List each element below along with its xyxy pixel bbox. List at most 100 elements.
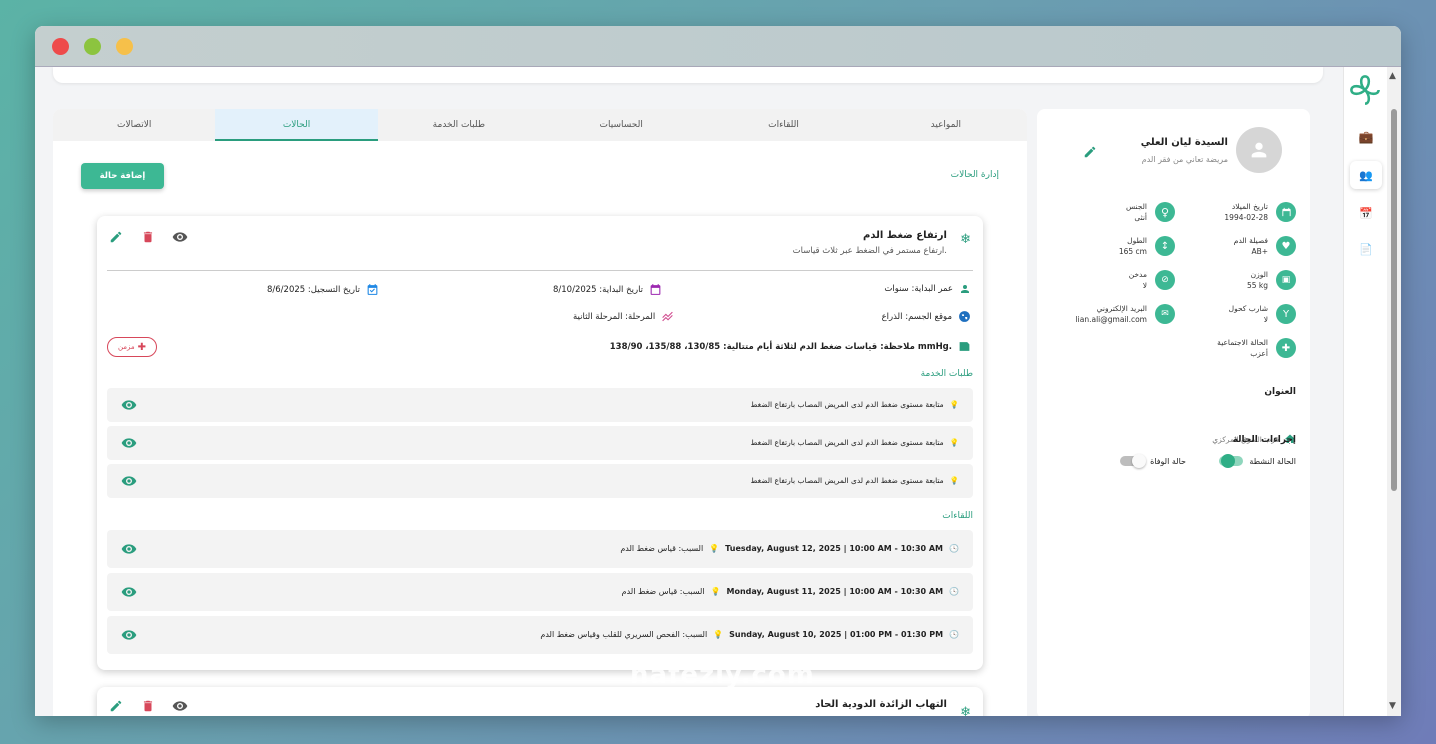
view-icon[interactable] [171,697,189,715]
encounter-row[interactable]: 🕓 Monday, August 11, 2025 | 10:00 AM - 10… [107,573,973,611]
service-request-row[interactable]: 💡 متابعة مستوى ضغط الدم لدى المريض المصاب… [107,426,973,460]
nav-calendar[interactable]: 📅 [1350,199,1382,227]
active-switch[interactable] [1219,454,1244,468]
field-birthdate: تاريخ الميلاد 1994-02-28 [1224,202,1296,222]
bulb-icon: 💡 [949,400,959,409]
service-request-text: متابعة مستوى ضغط الدم لدى المريض المصاب … [750,438,944,447]
patient-name: السيدة ليان العلي [1140,137,1228,148]
tab-bar: المواعيد اللقاءات الحساسيات طلبات الخدمة… [53,109,1027,141]
condition-card: ❄ ارتفاع ضغط الدم ارتفاع مستمر في الضغط … [97,216,983,670]
death-switch[interactable] [1120,454,1147,468]
smoking-icon: ⊘ [1155,270,1175,290]
edit-icon[interactable] [107,228,125,246]
nav-documents[interactable]: 📄 [1350,235,1382,263]
card-divider [107,270,973,271]
tab-conditions[interactable]: الحالات [215,109,379,141]
view-icon[interactable] [121,584,137,604]
edit-icon[interactable] [1083,144,1097,163]
tab-encounters[interactable]: اللقاءات [702,109,864,141]
recorded-date: تاريخ التسجيل: 8/6/2025 [267,283,379,296]
view-icon[interactable] [121,435,137,455]
tab-appointments[interactable]: المواعيد [865,109,1027,141]
field-gender: ♀ الجنس أنثى [1126,202,1175,222]
note-text: ملاحظة: قياسات ضغط الدم لثلاثة أيام متتا… [609,341,952,352]
nav-patients[interactable]: 👥 [1350,161,1382,189]
medical-icon: ✚ [1276,338,1296,358]
field-value: لا [1142,281,1147,290]
scrollbar[interactable]: ▲ ▼ [1387,67,1401,716]
clock-icon: 🕓 [949,544,959,553]
add-condition-button[interactable]: إضافة حالة [81,163,164,189]
close-window-button[interactable] [52,38,69,55]
field-value: AB+ [1251,247,1268,256]
view-icon[interactable] [121,473,137,493]
view-icon[interactable] [121,541,137,561]
scroll-down-arrow[interactable]: ▼ [1389,701,1396,711]
service-request-text: متابعة مستوى ضغط الدم لدى المريض المصاب … [750,400,944,409]
height-icon: ↕ [1155,236,1175,256]
condition-title: التهاب الزائدة الدودية الحاد [815,699,947,710]
death-toggle[interactable]: حالة الوفاة [1120,454,1186,468]
clock-icon: 🕓 [949,587,959,596]
field-label: الحالة الاجتماعية [1217,338,1268,347]
person-icon [1251,142,1267,158]
minimize-window-button[interactable] [116,38,133,55]
snowflake-icon: ❄ [960,232,971,247]
field-label: البريد الإلكتروني [1096,304,1147,313]
person-icon [961,285,969,293]
mail-icon: ✉ [1155,304,1175,324]
document-icon: 📄 [1359,242,1373,256]
field-value: 1994-02-28 [1224,213,1268,222]
start-date-text: تاريخ البداية: 8/10/2025 [553,284,644,295]
calendar-check-icon [367,284,378,295]
patient-profile-panel: السيدة ليان العلي مريضة تعاني من فقر الد… [1037,109,1310,716]
bulb-icon: 💡 [949,476,959,485]
view-icon[interactable] [171,228,189,246]
field-value: lian.ali@gmail.com [1075,315,1147,324]
delete-icon[interactable] [139,228,157,246]
field-email: ✉ البريد الإلكتروني lian.ali@gmail.com [1076,304,1175,324]
maximize-window-button[interactable] [84,38,101,55]
encounter-time: Sunday, August 10, 2025 | 01:00 PM - 01:… [729,630,944,639]
body-site-text: موقع الجسم: الذراع [881,311,952,322]
bandage-icon: ✚ [137,341,147,353]
nav-medical-kit[interactable]: 💼 [1350,123,1382,151]
encounter-row[interactable]: 🕓 Tuesday, August 12, 2025 | 10:00 AM - 1… [107,530,973,568]
bulb-icon: 💡 [949,438,959,447]
note: ملاحظة: قياسات ضغط الدم لثلاثة أيام متتا… [610,340,971,353]
active-toggle[interactable]: الحالة النشطة [1219,454,1296,468]
section-title: إدارة الحالات [950,170,999,180]
stage-icon [662,311,673,322]
encounter-reason: السبب: قياس ضغط الدم [621,587,705,596]
app-logo-icon [1350,75,1380,105]
browser-window: المواعيد اللقاءات الحساسيات طلبات الخدمة… [35,26,1401,716]
onset-age: عمر البداية: سنوات [884,283,971,295]
service-requests-title: طلبات الخدمة [920,369,973,379]
scroll-up-arrow[interactable]: ▲ [1389,71,1396,81]
field-label: الوزن [1250,270,1268,279]
chronic-badge: مزمن ✚ [107,337,157,357]
scroll-thumb[interactable] [1391,109,1397,491]
avatar [1236,127,1282,173]
delete-icon[interactable] [139,697,157,715]
tab-contacts[interactable]: الاتصالات [53,109,215,141]
note-icon [959,342,970,351]
encounter-reason: السبب: قياس ضغط الدم [620,544,704,553]
field-weight: ▣ الوزن 55 kg [1247,270,1296,290]
scale-icon: ▣ [1276,270,1296,290]
view-icon[interactable] [121,397,137,417]
card-actions [107,228,189,246]
bulb-icon: 💡 [710,587,721,596]
view-icon[interactable] [121,627,137,647]
service-request-row[interactable]: 💡 متابعة مستوى ضغط الدم لدى المريض المصاب… [107,464,973,498]
heart-icon: ♥ [1276,236,1296,256]
tab-allergies[interactable]: الحساسيات [540,109,702,141]
tab-service-requests[interactable]: طلبات الخدمة [378,109,540,141]
field-label: الطول [1127,236,1147,245]
case-actions-title: إجراءات الحالة [1232,435,1296,445]
service-request-row[interactable]: 💡 متابعة مستوى ضغط الدم لدى المريض المصاب… [107,388,973,422]
edit-icon[interactable] [107,697,125,715]
users-icon: 👥 [1359,168,1373,182]
field-label: الجنس [1125,202,1147,211]
encounter-row[interactable]: 🕓 Sunday, August 10, 2025 | 01:00 PM - 01… [107,616,973,654]
